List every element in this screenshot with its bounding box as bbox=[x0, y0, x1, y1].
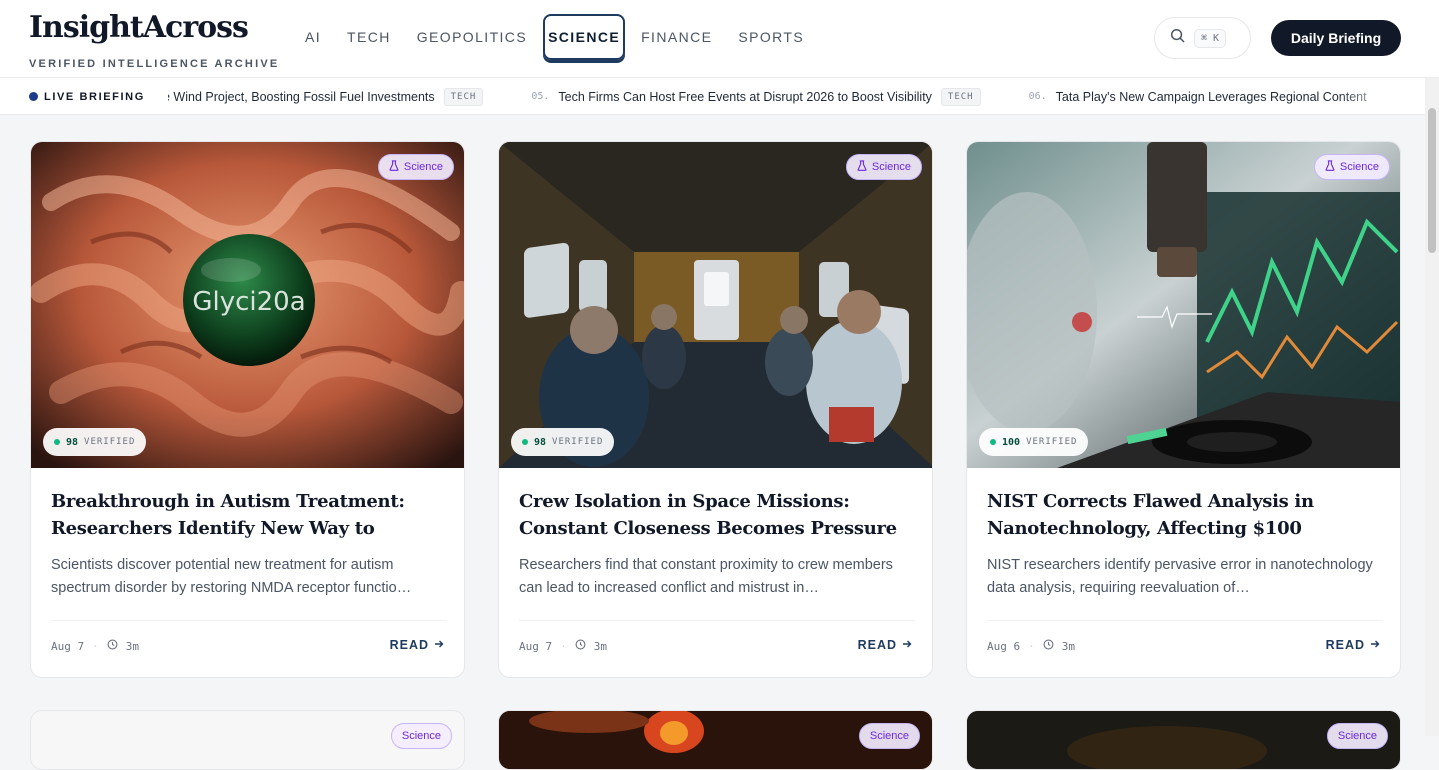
read-time: 3m bbox=[593, 639, 607, 653]
meta-separator: · bbox=[92, 639, 99, 653]
article-title[interactable]: NIST Corrects Flawed Analysis in Nanotec… bbox=[987, 488, 1383, 542]
nav-item-geopolitics[interactable]: GEOPOLITICS bbox=[404, 14, 540, 60]
nav-item-ai[interactable]: AI bbox=[292, 14, 334, 60]
search-button[interactable]: ⌘ K bbox=[1154, 17, 1251, 59]
page-scrollbar[interactable] bbox=[1425, 78, 1439, 736]
ticker-number: 06. bbox=[1028, 91, 1047, 102]
read-link[interactable]: READ bbox=[390, 638, 444, 652]
scrollbar-thumb[interactable] bbox=[1428, 108, 1436, 253]
read-link[interactable]: READ bbox=[1326, 638, 1380, 652]
verified-dot-icon bbox=[522, 439, 528, 445]
article-card[interactable]: Science bbox=[966, 710, 1401, 770]
card-divider bbox=[51, 620, 447, 621]
article-image[interactable]: Science 100 VERIFIED bbox=[967, 142, 1400, 468]
ticker-item[interactable]: 05. Tech Firms Can Host Free Events at D… bbox=[531, 87, 981, 106]
verified-dot-icon bbox=[990, 439, 996, 445]
flask-icon bbox=[857, 160, 867, 174]
ticker-tag: TECH bbox=[443, 87, 484, 106]
article-card[interactable]: Science 100 VERIFIED NIST Corrects Flawe… bbox=[966, 141, 1401, 678]
article-card[interactable]: Science 98 VERIFIED Crew Isolation in Sp… bbox=[498, 141, 933, 678]
category-badge[interactable]: Science bbox=[377, 154, 454, 180]
ticker-tag: TECH bbox=[940, 87, 981, 106]
article-title[interactable]: Crew Isolation in Space Missions: Consta… bbox=[519, 488, 915, 542]
article-date: Aug 7 bbox=[519, 639, 553, 653]
read-link[interactable]: READ bbox=[858, 638, 912, 652]
ticker-item[interactable]: e Wind Project, Boosting Fossil Fuel Inv… bbox=[168, 87, 484, 106]
brain-illustration: Glyci20a bbox=[31, 142, 464, 468]
article-description: Researchers find that constant proximity… bbox=[519, 557, 893, 596]
cabin-illustration bbox=[499, 142, 932, 468]
site-header: InsightAcross VERIFIED INTELLIGENCE ARCH… bbox=[0, 0, 1439, 78]
live-dot-icon bbox=[29, 92, 38, 101]
live-briefing-label: LIVE BRIEFING bbox=[29, 78, 159, 114]
search-icon bbox=[1170, 28, 1185, 48]
read-time: 3m bbox=[1061, 639, 1075, 653]
live-ticker: LIVE BRIEFING e Wind Project, Boosting F… bbox=[0, 78, 1439, 115]
category-badge[interactable]: Science bbox=[1313, 154, 1390, 180]
card-divider bbox=[987, 620, 1383, 621]
flask-icon bbox=[389, 160, 399, 174]
read-time: 3m bbox=[125, 639, 139, 653]
article-description: Scientists discover potential new treatm… bbox=[51, 557, 412, 596]
article-card[interactable]: Science bbox=[498, 710, 933, 770]
verified-dot-icon bbox=[54, 439, 60, 445]
verified-badge: 100 VERIFIED bbox=[979, 428, 1089, 456]
clock-icon bbox=[575, 639, 586, 653]
daily-briefing-button[interactable]: Daily Briefing bbox=[1271, 20, 1401, 56]
nav-item-science[interactable]: SCIENCE bbox=[543, 14, 626, 60]
card-divider bbox=[519, 620, 915, 621]
arrow-right-icon bbox=[902, 638, 912, 652]
site-tagline: VERIFIED INTELLIGENCE ARCHIVE bbox=[29, 58, 280, 70]
article-title[interactable]: Breakthrough in Autism Treatment: Resear… bbox=[51, 488, 447, 542]
flask-icon bbox=[1325, 160, 1335, 174]
category-badge[interactable]: Science bbox=[1326, 723, 1388, 749]
article-card[interactable]: Glyci20a Science 98 VERIFIED Breakthroug… bbox=[30, 141, 465, 678]
nav-item-finance[interactable]: FINANCE bbox=[628, 14, 725, 60]
arrow-right-icon bbox=[1370, 638, 1380, 652]
search-shortcut: ⌘ K bbox=[1194, 28, 1227, 48]
meta-separator: · bbox=[560, 639, 567, 653]
article-image[interactable]: Glyci20a Science 98 VERIFIED bbox=[31, 142, 464, 468]
nav-item-sports[interactable]: SPORTS bbox=[725, 14, 817, 60]
microscope-illustration bbox=[967, 142, 1400, 468]
article-date: Aug 7 bbox=[51, 639, 85, 653]
verified-badge: 98 VERIFIED bbox=[43, 428, 147, 456]
clock-icon bbox=[107, 639, 118, 653]
clock-icon bbox=[1043, 639, 1054, 653]
nav-item-tech[interactable]: TECH bbox=[334, 14, 404, 60]
image-text: Glyci20a bbox=[192, 287, 305, 317]
article-card[interactable]: Science bbox=[30, 710, 465, 770]
verified-badge: 98 VERIFIED bbox=[511, 428, 615, 456]
ticker-item[interactable]: 06. Tata Play's New Campaign Leverages R… bbox=[1029, 90, 1367, 104]
site-logo[interactable]: InsightAcross bbox=[29, 10, 249, 45]
article-meta: Aug 7 · 3m bbox=[51, 639, 139, 653]
ticker-number: 05. bbox=[531, 91, 550, 102]
category-badge[interactable]: Science bbox=[858, 723, 920, 749]
ticker-track: e Wind Project, Boosting Fossil Fuel Inv… bbox=[168, 78, 1398, 114]
meta-separator: · bbox=[1028, 639, 1035, 653]
arrow-right-icon bbox=[434, 638, 444, 652]
main-nav: AI TECH GEOPOLITICS SCIENCE FINANCE SPOR… bbox=[292, 14, 817, 60]
article-description: NIST researchers identify pervasive erro… bbox=[987, 557, 1373, 596]
article-meta: Aug 7 · 3m bbox=[519, 639, 607, 653]
article-meta: Aug 6 · 3m bbox=[987, 639, 1075, 653]
article-image[interactable]: Science 98 VERIFIED bbox=[499, 142, 932, 468]
category-badge[interactable]: Science bbox=[845, 154, 922, 180]
category-badge[interactable]: Science bbox=[390, 723, 452, 749]
article-date: Aug 6 bbox=[987, 639, 1021, 653]
